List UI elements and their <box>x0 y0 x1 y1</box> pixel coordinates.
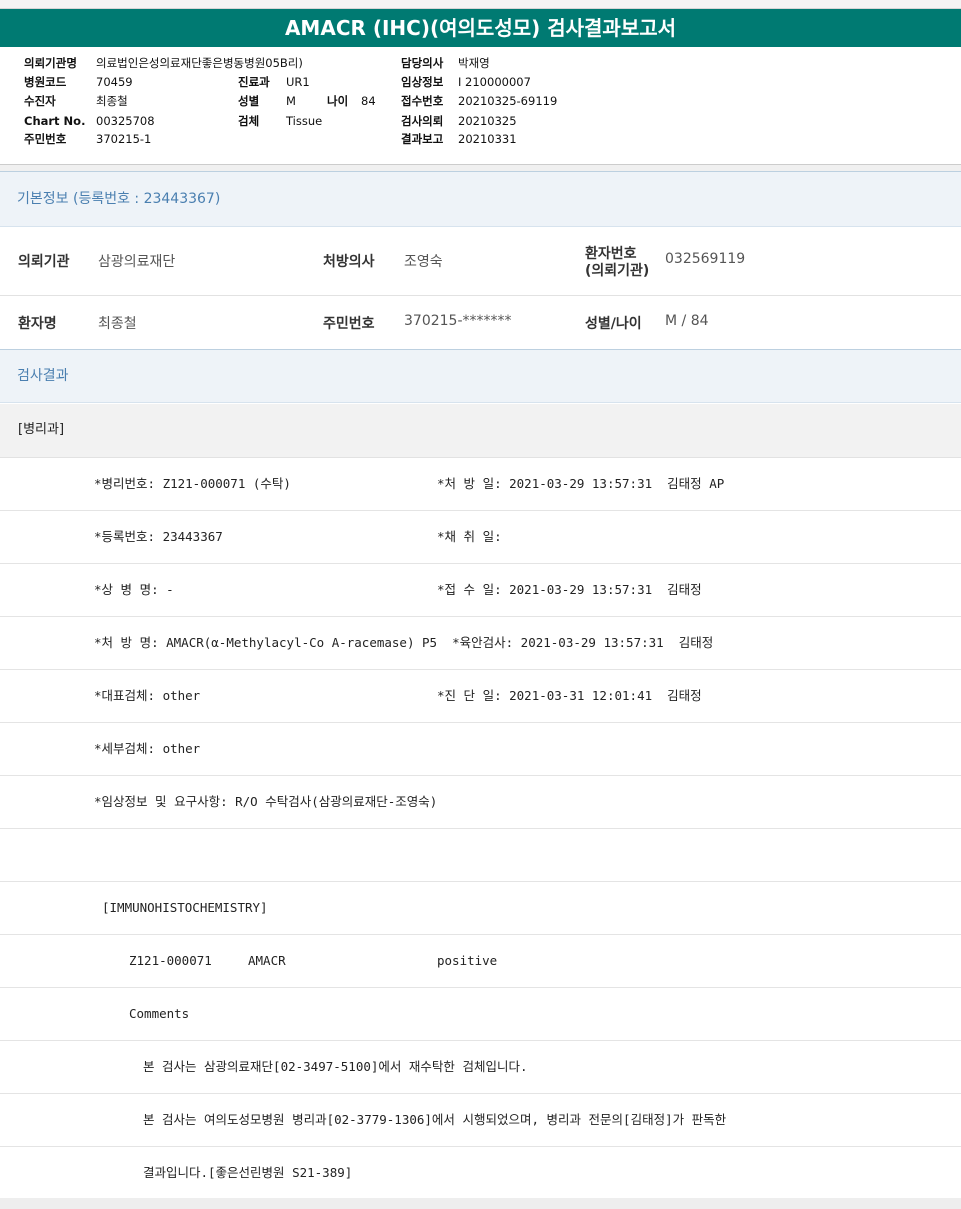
info-label: (의뢰기관) <box>585 263 650 279</box>
header-value: 최종철 <box>96 94 128 108</box>
header-label: 성별 <box>238 94 260 108</box>
report-title: AMACR (IHC)(여의도성모) 검사결과보고서 <box>0 9 961 47</box>
result-line-left: *세부검체: other <box>94 741 201 756</box>
info-label: 의뢰기관 <box>18 254 70 270</box>
header-value: 370215-1 <box>96 132 152 146</box>
info-value: 삼광의료재단 <box>98 254 176 270</box>
header-label: 접수번호 <box>401 94 444 108</box>
result-line: *처 방 명: AMACR(α-Methylacyl-Co A-racemase… <box>0 617 961 670</box>
result-line-left: *처 방 명: AMACR(α-Methylacyl-Co A-racemase… <box>94 635 714 650</box>
result-line-left: *병리번호: Z121-000071 (수탁) <box>94 476 291 491</box>
header-value: 84 <box>361 94 376 108</box>
header-value: 20210325-69119 <box>458 94 558 108</box>
header-row-1: 의뢰기관명 의료법인은성의료재단좋은병동병원05B리) 담당의사 박재영 <box>0 54 961 73</box>
results-heading: 검사결과 <box>0 350 961 403</box>
header-label: 결과보고 <box>401 132 444 146</box>
header-value: UR1 <box>286 75 310 89</box>
header-label: 검사의뢰 <box>401 114 444 128</box>
info-value: 조영숙 <box>404 254 443 270</box>
header-value: 00325708 <box>96 114 155 128</box>
result-line: *임상정보 및 요구사항: R/O 수탁검사(삼광의료재단-조영숙) <box>0 776 961 829</box>
comment-row: 본 검사는 삼광의료재단[02-3497-5100]에서 재수탁한 검체입니다. <box>0 1041 961 1094</box>
comments-label-row: Comments <box>0 988 961 1041</box>
basic-info-heading: 기본정보 (등록번호 : 23443367) <box>0 171 961 227</box>
info-label: 주민번호 <box>323 316 375 332</box>
ihc-header: [IMMUNOHISTOCHEMISTRY] <box>102 900 268 915</box>
bottom-band <box>0 1198 961 1209</box>
header-label: 나이 <box>327 94 349 108</box>
department-row: [병리과] <box>0 404 961 458</box>
header-value: 70459 <box>96 75 133 89</box>
header-label: Chart No. <box>24 114 86 128</box>
ihc-result: positive <box>437 953 498 968</box>
header-label: 검체 <box>238 114 260 128</box>
header-row-5: 주민번호 370215-1 결과보고 20210331 <box>0 130 961 149</box>
header-label: 의뢰기관명 <box>24 56 77 70</box>
header-label: 수진자 <box>24 94 56 108</box>
result-line-left: *등록번호: 23443367 <box>94 529 223 544</box>
comment-text: 결과입니다.[좋은선린병원 S21-389] <box>143 1165 353 1180</box>
result-line-left: *임상정보 및 요구사항: R/O 수탁검사(삼광의료재단-조영숙) <box>94 794 438 809</box>
registration-number: (등록번호 : 23443367) <box>72 191 221 207</box>
header-label: 주민번호 <box>24 132 67 146</box>
info-label: 성별/나이 <box>585 316 642 332</box>
department-label: [병리과] <box>18 422 65 437</box>
info-label: 환자명 <box>18 316 57 332</box>
header-label: 진료과 <box>238 75 270 89</box>
result-line: *대표검체: other *진 단 일: 2021-03-31 12:01:41… <box>0 670 961 723</box>
header-value: I 210000007 <box>458 75 531 89</box>
header-row-3: 수진자 최종철 성별 M 나이 84 접수번호 20210325-69119 <box>0 92 961 111</box>
result-line: *등록번호: 23443367 *채 취 일: <box>0 511 961 564</box>
report-header: 의뢰기관명 의료법인은성의료재단좋은병동병원05B리) 담당의사 박재영 병원코… <box>0 48 961 164</box>
header-value: 20210331 <box>458 132 517 146</box>
comment-row: 본 검사는 여의도성모병원 병리과[02-3779-1306]에서 시행되었으며… <box>0 1094 961 1147</box>
header-value: 의료법인은성의료재단좋은병동병원05B리) <box>96 56 303 70</box>
header-divider <box>0 164 961 171</box>
header-label: 임상정보 <box>401 75 444 89</box>
result-line-left: *상 병 명: - <box>94 582 174 597</box>
result-line: *상 병 명: - *접 수 일: 2021-03-29 13:57:31 김태… <box>0 564 961 617</box>
info-label: 처방의사 <box>323 254 375 270</box>
info-value: 032569119 <box>665 251 746 267</box>
ihc-specimen: Z121-000071 <box>129 953 212 968</box>
comment-row: 결과입니다.[좋은선린병원 S21-389] <box>0 1147 961 1199</box>
header-label: 담당의사 <box>401 56 444 70</box>
comment-text: 본 검사는 여의도성모병원 병리과[02-3779-1306]에서 시행되었으며… <box>143 1112 727 1127</box>
ihc-header-row: [IMMUNOHISTOCHEMISTRY] <box>0 882 961 935</box>
comment-text: 본 검사는 삼광의료재단[02-3497-5100]에서 재수탁한 검체입니다. <box>143 1059 528 1074</box>
result-line-empty <box>0 829 961 882</box>
ihc-marker: AMACR <box>248 953 286 968</box>
results-title: 검사결과 <box>17 368 69 384</box>
basic-info-row-1: 의뢰기관 삼광의료재단 처방의사 조영숙 환자번호 (의뢰기관) 0325691… <box>0 226 961 296</box>
info-value: M / 84 <box>665 313 709 329</box>
basic-info-title: 기본정보 <box>17 191 69 207</box>
result-line-right: *채 취 일: <box>437 529 502 544</box>
basic-info-row-2: 환자명 최종철 주민번호 370215-******* 성별/나이 M / 84 <box>0 296 961 350</box>
top-band <box>0 0 961 9</box>
info-value: 최종철 <box>98 316 137 332</box>
result-line: *병리번호: Z121-000071 (수탁) *처 방 일: 2021-03-… <box>0 458 961 511</box>
result-line-right: *접 수 일: 2021-03-29 13:57:31 김태정 <box>437 582 702 597</box>
result-line-right: *진 단 일: 2021-03-31 12:01:41 김태정 <box>437 688 702 703</box>
comments-label: Comments <box>129 1006 190 1021</box>
header-label: 병원코드 <box>24 75 67 89</box>
header-row-2: 병원코드 70459 진료과 UR1 임상정보 I 210000007 <box>0 73 961 92</box>
header-value: 박재영 <box>458 56 490 70</box>
header-value: 20210325 <box>458 114 517 128</box>
header-row-4: Chart No. 00325708 검체 Tissue 검사의뢰 202103… <box>0 112 961 131</box>
result-line-right: *처 방 일: 2021-03-29 13:57:31 김태정 AP <box>437 476 725 491</box>
result-line: *세부검체: other <box>0 723 961 776</box>
header-value: Tissue <box>286 114 323 128</box>
result-line-left: *대표검체: other <box>94 688 201 703</box>
info-value: 370215-******* <box>404 313 512 329</box>
header-value: M <box>286 94 296 108</box>
ihc-result-row: Z121-000071 AMACR positive <box>0 935 961 988</box>
